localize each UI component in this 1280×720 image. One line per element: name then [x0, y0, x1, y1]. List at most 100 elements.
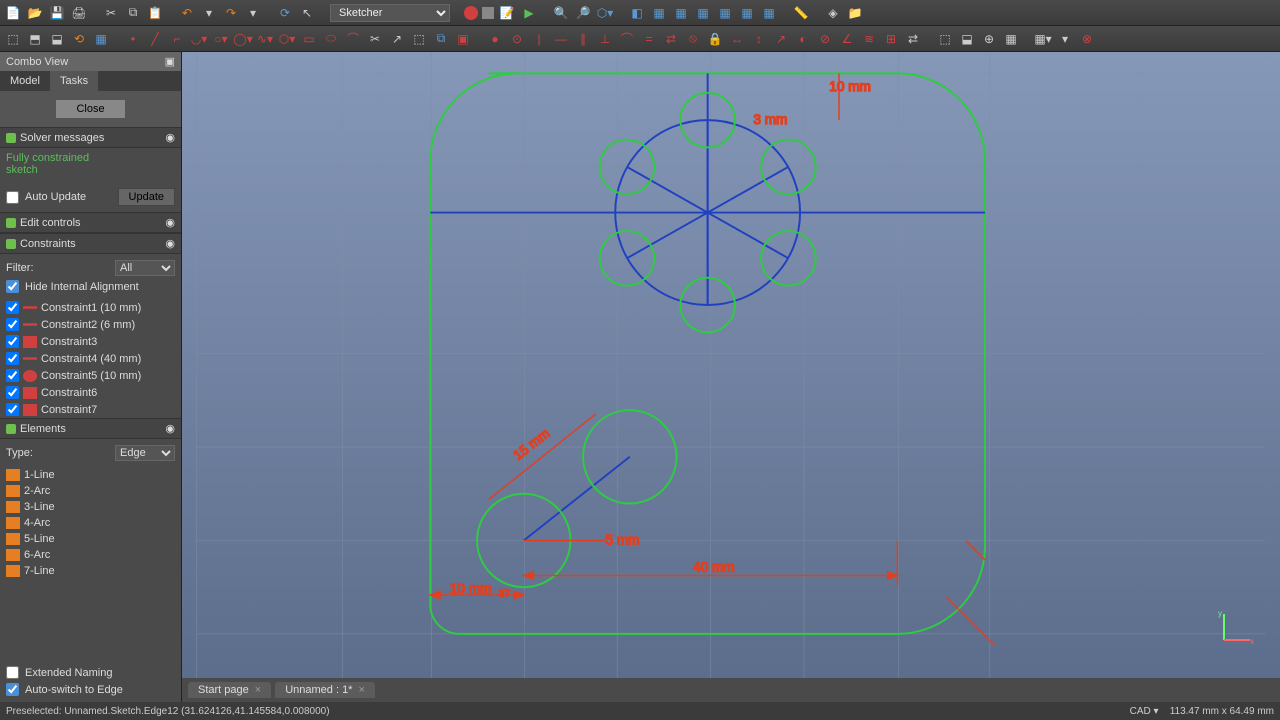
undo-drop-icon[interactable]: ▾ — [200, 4, 218, 22]
slot-icon[interactable]: ⬭ — [322, 30, 340, 48]
close-shape-icon[interactable]: ⊗ — [1078, 30, 1096, 48]
element-item[interactable]: 5-Line — [0, 531, 181, 547]
close-icon[interactable]: × — [255, 684, 261, 696]
select-constraints-icon[interactable]: ⬓ — [958, 30, 976, 48]
element-item[interactable]: 3-Line — [0, 499, 181, 515]
part-icon[interactable]: ◈ — [824, 4, 842, 22]
elements-header[interactable]: Elements ◉ — [0, 418, 181, 439]
leave-sketch-icon[interactable]: ⬚ — [4, 30, 22, 48]
collapse-icon[interactable]: ◉ — [165, 216, 175, 229]
open-icon[interactable]: 📂 — [26, 4, 44, 22]
redo-icon[interactable]: ↷ — [222, 4, 240, 22]
collapse-icon[interactable]: ◉ — [165, 131, 175, 144]
tab-start-page[interactable]: Start page× — [188, 682, 271, 698]
dim-ang-icon[interactable]: ∠ — [838, 30, 856, 48]
collapse-icon[interactable]: ◉ — [165, 237, 175, 250]
undo-icon[interactable]: ↶ — [178, 4, 196, 22]
conic-icon[interactable]: ◯▾ — [234, 30, 252, 48]
constraint-checkbox[interactable] — [6, 386, 19, 399]
constraint-item[interactable]: Constraint7 — [0, 401, 181, 418]
constraint-item[interactable]: Constraint1 (10 mm) — [0, 299, 181, 316]
internal-align-icon[interactable]: ⊞ — [882, 30, 900, 48]
nav-style-icon[interactable]: ⬡▾ — [596, 4, 614, 22]
fillet-icon[interactable]: ⌒ — [344, 30, 362, 48]
vertical-icon[interactable]: | — [530, 30, 548, 48]
right-view-icon[interactable]: ▦ — [694, 4, 712, 22]
construction-icon[interactable]: ▣ — [454, 30, 472, 48]
extend-icon[interactable]: ↗ — [388, 30, 406, 48]
trim-icon[interactable]: ✂ — [366, 30, 384, 48]
arc-icon[interactable]: ◡▾ — [190, 30, 208, 48]
group-icon[interactable]: 📁 — [846, 4, 864, 22]
dim-dia-icon[interactable]: ⊘ — [816, 30, 834, 48]
point-on-icon[interactable]: ⊙ — [508, 30, 526, 48]
tab-unnamed[interactable]: Unnamed : 1*× — [275, 682, 375, 698]
redo-drop-icon[interactable]: ▾ — [244, 4, 262, 22]
external-icon[interactable]: ⬚ — [410, 30, 428, 48]
lock-icon[interactable]: 🔒 — [706, 30, 724, 48]
toggle-ref-icon[interactable]: ⇄ — [904, 30, 922, 48]
zoom-in-icon[interactable]: 🔎 — [574, 4, 592, 22]
tangent-icon[interactable]: ⌒ — [618, 30, 636, 48]
top-view-icon[interactable]: ▦ — [672, 4, 690, 22]
select-origin-icon[interactable]: ⊕ — [980, 30, 998, 48]
rear-view-icon[interactable]: ▦ — [716, 4, 734, 22]
solver-messages-header[interactable]: Solver messages ◉ — [0, 127, 181, 148]
toggle-grid-icon[interactable]: ▦▾ — [1034, 30, 1052, 48]
line-icon[interactable]: ╱ — [146, 30, 164, 48]
measure-icon[interactable]: 📏 — [792, 4, 810, 22]
map-sketch-icon[interactable]: ⬓ — [48, 30, 66, 48]
element-item[interactable]: 7-Line — [0, 563, 181, 579]
collapse-icon[interactable]: ◉ — [165, 422, 175, 435]
constraint-checkbox[interactable] — [6, 352, 19, 365]
dim-len-icon[interactable]: ↗ — [772, 30, 790, 48]
horizontal-icon[interactable]: — — [552, 30, 570, 48]
refresh-icon[interactable]: ⟳ — [276, 4, 294, 22]
constraint-checkbox[interactable] — [6, 369, 19, 382]
constraint-item[interactable]: Constraint2 (6 mm) — [0, 316, 181, 333]
left-view-icon[interactable]: ▦ — [760, 4, 778, 22]
block-icon[interactable]: ⦸ — [684, 30, 702, 48]
tab-model[interactable]: Model — [0, 71, 50, 91]
circle-icon[interactable]: ○▾ — [212, 30, 230, 48]
paste-icon[interactable]: 📋 — [146, 4, 164, 22]
equal-icon[interactable]: = — [640, 30, 658, 48]
snell-icon[interactable]: ≋ — [860, 30, 878, 48]
record-icon[interactable] — [464, 6, 478, 20]
sketch-canvas[interactable]: 40 mm 5 mm 15 mm 10 mm 37 10 mm 3 mm — [182, 52, 1280, 702]
bottom-view-icon[interactable]: ▦ — [738, 4, 756, 22]
workbench-select[interactable]: Sketcher — [330, 4, 450, 22]
polyline-icon[interactable]: ⌐ — [168, 30, 186, 48]
constraint-checkbox[interactable] — [6, 318, 19, 331]
select-unconstrained-icon[interactable]: ⬚ — [936, 30, 954, 48]
coincident-icon[interactable]: ● — [486, 30, 504, 48]
copy-icon[interactable]: ⧉ — [124, 4, 142, 22]
view-sketch-icon[interactable]: ⬒ — [26, 30, 44, 48]
constraint-checkbox[interactable] — [6, 301, 19, 314]
constraint-item[interactable]: Constraint6 — [0, 384, 181, 401]
reorient-icon[interactable]: ⟲ — [70, 30, 88, 48]
nav-mode[interactable]: CAD ▾ — [1130, 706, 1159, 717]
rect-icon[interactable]: ▭ — [300, 30, 318, 48]
iso-view-icon[interactable]: ◧ — [628, 4, 646, 22]
axis-gizmo[interactable]: xy — [1216, 608, 1256, 648]
new-icon[interactable]: 📄 — [4, 4, 22, 22]
dim-rad-icon[interactable]: ◐ — [794, 30, 812, 48]
edit-controls-header[interactable]: Edit controls ◉ — [0, 212, 181, 233]
perpendicular-icon[interactable]: ⊥ — [596, 30, 614, 48]
close-button[interactable]: Close — [55, 99, 125, 119]
tab-tasks[interactable]: Tasks — [50, 71, 98, 91]
print-icon[interactable]: 🖨 — [70, 4, 88, 22]
polygon-icon[interactable]: ⬡▾ — [278, 30, 296, 48]
constraint-item[interactable]: Constraint4 (40 mm) — [0, 350, 181, 367]
filter-select[interactable]: All — [115, 260, 175, 276]
element-item[interactable]: 1-Line — [0, 467, 181, 483]
cut-icon[interactable]: ✂ — [102, 4, 120, 22]
stop-icon[interactable] — [482, 7, 494, 19]
constraints-header[interactable]: Constraints ◉ — [0, 233, 181, 254]
dim-v-icon[interactable]: ↕ — [750, 30, 768, 48]
constraint-item[interactable]: Constraint5 (10 mm) — [0, 367, 181, 384]
symmetric-icon[interactable]: ⇄ — [662, 30, 680, 48]
auto-switch-checkbox[interactable] — [6, 683, 19, 696]
point-icon[interactable]: • — [124, 30, 142, 48]
